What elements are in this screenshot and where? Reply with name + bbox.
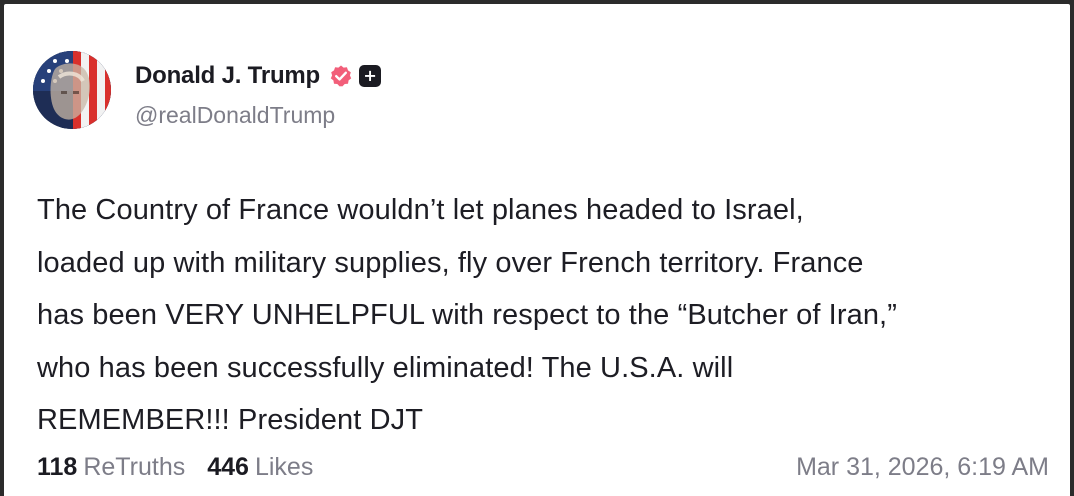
- retruths-label[interactable]: ReTruths: [83, 453, 185, 482]
- avatar[interactable]: [33, 51, 111, 129]
- post-body: The Country of France wouldn’t let plane…: [37, 194, 897, 436]
- likes-count[interactable]: 446: [207, 453, 249, 482]
- post-stats: 118 ReTruths 446 Likes: [37, 453, 313, 482]
- verified-badge-icon: [329, 64, 353, 88]
- likes-label[interactable]: Likes: [255, 453, 313, 482]
- author-row: Donald J. Trump +: [135, 60, 382, 92]
- post-card[interactable]: Donald J. Trump + @realDonaldTrump The C…: [4, 4, 1070, 496]
- screenshot-frame: Donald J. Trump + @realDonaldTrump The C…: [0, 0, 1074, 496]
- plus-icon[interactable]: +: [359, 65, 382, 87]
- author-name[interactable]: Donald J. Trump: [135, 62, 320, 90]
- author-handle[interactable]: @realDonaldTrump: [135, 102, 335, 129]
- post-timestamp[interactable]: Mar 31, 2026, 6:19 AM: [796, 453, 1049, 482]
- retruths-count[interactable]: 118: [37, 453, 77, 482]
